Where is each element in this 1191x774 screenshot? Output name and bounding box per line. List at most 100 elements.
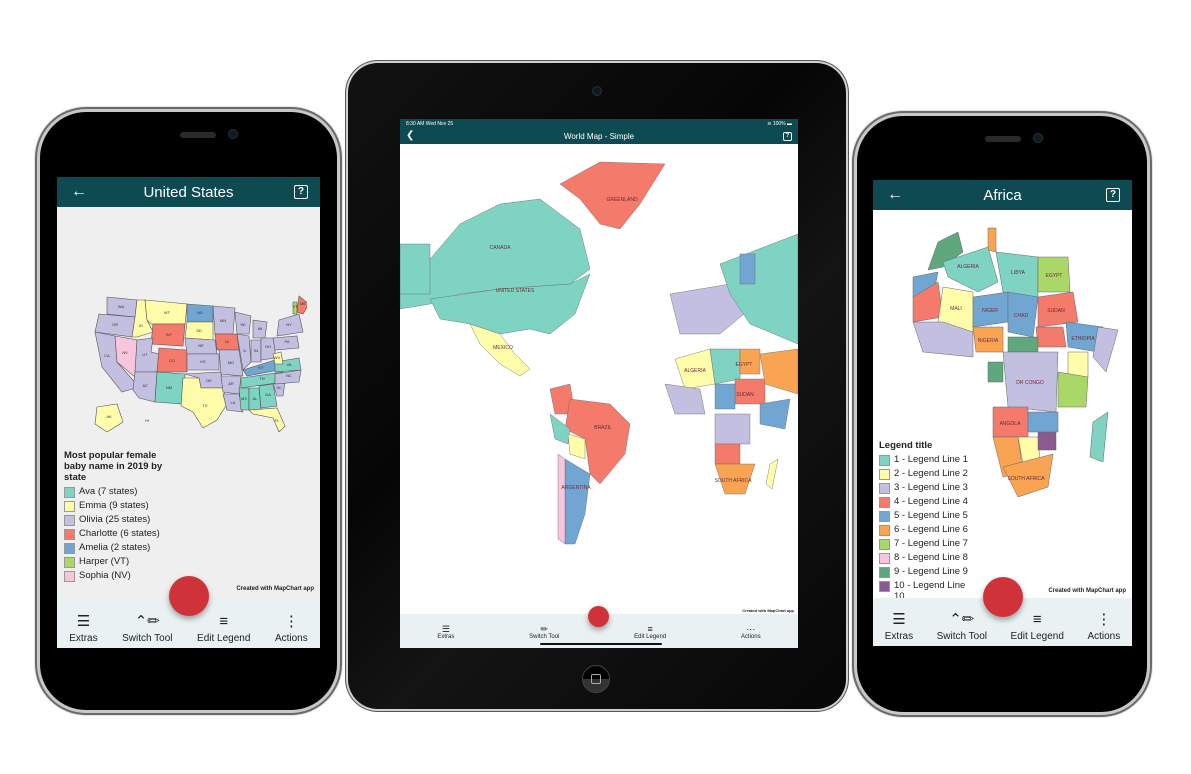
legend-item[interactable]: 3 - Legend Line 3	[879, 482, 974, 494]
legend-item[interactable]: Amelia (2 states)	[64, 542, 164, 554]
state-label: NM	[166, 385, 172, 390]
label-south-africa: SOUTH AFRICA	[1008, 476, 1046, 482]
state-fl	[248, 407, 286, 432]
country-ethiopia	[759, 398, 791, 430]
back-arrow-icon[interactable]: ←	[887, 186, 903, 204]
tool-label: Edit Legend	[634, 634, 667, 640]
home-button[interactable]	[582, 665, 610, 693]
legend-item[interactable]: 1 - Legend Line 1	[879, 454, 974, 466]
country-gabon	[987, 361, 1004, 383]
more-vert-icon: ⋮	[283, 613, 299, 630]
legend-item[interactable]: 4 - Legend Line 4	[879, 496, 974, 508]
paint-fab-button[interactable]	[983, 577, 1023, 617]
label-south-africa: SOUTH AFRICA	[715, 478, 753, 484]
state-label: WY	[166, 332, 173, 337]
brush-icon: ⌃✏	[134, 613, 160, 630]
tool-edit-legend[interactable]: ≡ Edit Legend	[1011, 609, 1064, 646]
state-label: FL	[275, 418, 280, 423]
tablet-camera	[592, 86, 602, 96]
legend-item[interactable]: Emma (9 states)	[64, 500, 164, 512]
legend-item[interactable]: Ava (7 states)	[64, 486, 164, 498]
tool-switch-tool[interactable]: ⌃✏ Switch Tool	[122, 611, 172, 648]
legend-item[interactable]: Olivia (25 states)	[64, 514, 164, 526]
help-icon[interactable]: ?	[1106, 188, 1120, 202]
legend-item[interactable]: 9 - Legend Line 9	[879, 566, 974, 578]
phone-camera	[228, 129, 238, 139]
tablet-screen: 8:30 AM Wed Nov 25 ≋ 100% ▬ ❮ World Map …	[400, 119, 798, 648]
phone-speaker	[985, 136, 1021, 142]
paint-fab-button[interactable]	[588, 606, 609, 627]
back-arrow-icon[interactable]: ←	[71, 183, 87, 201]
tool-edit-legend[interactable]: ≡ Edit Legend	[197, 611, 250, 648]
legend-title: Legend title	[879, 440, 933, 451]
label-chad: CHAD	[1014, 313, 1029, 319]
state-label: VA	[286, 362, 291, 367]
state-label: ND	[197, 310, 203, 315]
state-label: AK	[106, 414, 112, 419]
label-dr-congo: DR CONGO	[1016, 380, 1044, 386]
legend-item[interactable]: 2 - Legend Line 2	[879, 468, 974, 480]
help-icon[interactable]: ?	[783, 132, 792, 141]
tool-extras[interactable]: ☰ Extras	[437, 618, 454, 648]
legend-item[interactable]: 5 - Legend Line 5	[879, 510, 974, 522]
state-label: CO	[169, 358, 175, 363]
tool-actions[interactable]: ⋮ Actions	[1087, 609, 1120, 646]
state-label: ID	[139, 323, 143, 328]
tool-extras[interactable]: ☰ Extras	[885, 609, 913, 646]
legend-swatch	[64, 501, 75, 512]
paint-fab-button[interactable]	[169, 576, 209, 616]
legend-swatch	[64, 543, 75, 554]
label-niger: NIGER	[982, 308, 998, 314]
tune-icon: ☰	[76, 613, 91, 630]
label-algeria: ALGERIA	[684, 368, 706, 374]
legend-swatch	[64, 529, 75, 540]
tool-label: Edit Legend	[1010, 631, 1064, 642]
state-label: KS	[200, 359, 206, 364]
label-brazil: BRAZIL	[594, 425, 612, 431]
country-finland	[739, 253, 756, 285]
country-argentina	[564, 458, 591, 545]
tool-extras[interactable]: ☰ Extras	[69, 611, 97, 648]
legend[interactable]: Most popular female baby name in 2019 by…	[64, 450, 164, 584]
back-chevron-icon[interactable]: ❮	[406, 130, 414, 141]
state-label: UT	[142, 352, 148, 357]
phone-right: ← Africa ? ALGERIA LIBYA EGYPT MALI NIGE…	[857, 116, 1147, 712]
state-label: OR	[112, 322, 118, 327]
state-label: MO	[228, 360, 234, 365]
legend-label: 1 - Legend Line 1	[894, 454, 968, 465]
list-icon: ≡	[647, 624, 653, 634]
legend-item[interactable]: Sophia (NV)	[64, 570, 164, 582]
country-zimbabwe	[1037, 431, 1057, 451]
brush-icon: ✏	[540, 624, 549, 634]
label-algeria: ALGERIA	[957, 264, 979, 270]
legend-item[interactable]: 8 - Legend Line 8	[879, 552, 974, 564]
help-icon[interactable]: ?	[294, 185, 308, 199]
tool-actions[interactable]: ⋮ Actions	[275, 611, 308, 648]
legend-item[interactable]: 6 - Legend Line 6	[879, 524, 974, 536]
tool-switch-tool[interactable]: ⌃✏ Switch Tool	[937, 609, 987, 646]
legend-label: Ava (7 states)	[79, 486, 138, 497]
state-label: IN	[254, 348, 258, 353]
state-label: NV	[122, 350, 128, 355]
label-argentina: ARGENTINA	[561, 485, 591, 491]
state-label: IA	[225, 339, 229, 344]
tool-label: Switch Tool	[936, 631, 988, 642]
country-russia	[719, 233, 798, 345]
state-label: WA	[118, 304, 125, 309]
world-map[interactable]: GREENLAND CANADA UNITED STATES MEXICO BR…	[400, 144, 798, 599]
phone-camera	[1033, 133, 1043, 143]
legend[interactable]: Legend title 1 - Legend Line 1 2 - Legend…	[879, 440, 974, 604]
tool-actions[interactable]: ⋯ Actions	[741, 618, 761, 648]
state-label: SD	[196, 328, 202, 333]
legend-item[interactable]: 7 - Legend Line 7	[879, 538, 974, 550]
tool-label: Edit Legend	[197, 633, 251, 644]
label-nigeria: NIGERIA	[978, 338, 999, 344]
us-map[interactable]: WA OR CA NV ID MT WY UT AZ CO NM ND SD NE KS OK TX MN IA MO…	[77, 292, 307, 432]
credit-text: Created with MapChart app	[1048, 588, 1126, 594]
state-label: KY	[258, 365, 264, 370]
legend-item[interactable]: Harper (VT)	[64, 556, 164, 568]
list-icon: ≡	[219, 613, 229, 630]
country-drcongo	[714, 413, 751, 445]
phone-right-screen: ← Africa ? ALGERIA LIBYA EGYPT MALI NIGE…	[873, 180, 1132, 646]
legend-item[interactable]: Charlotte (6 states)	[64, 528, 164, 540]
